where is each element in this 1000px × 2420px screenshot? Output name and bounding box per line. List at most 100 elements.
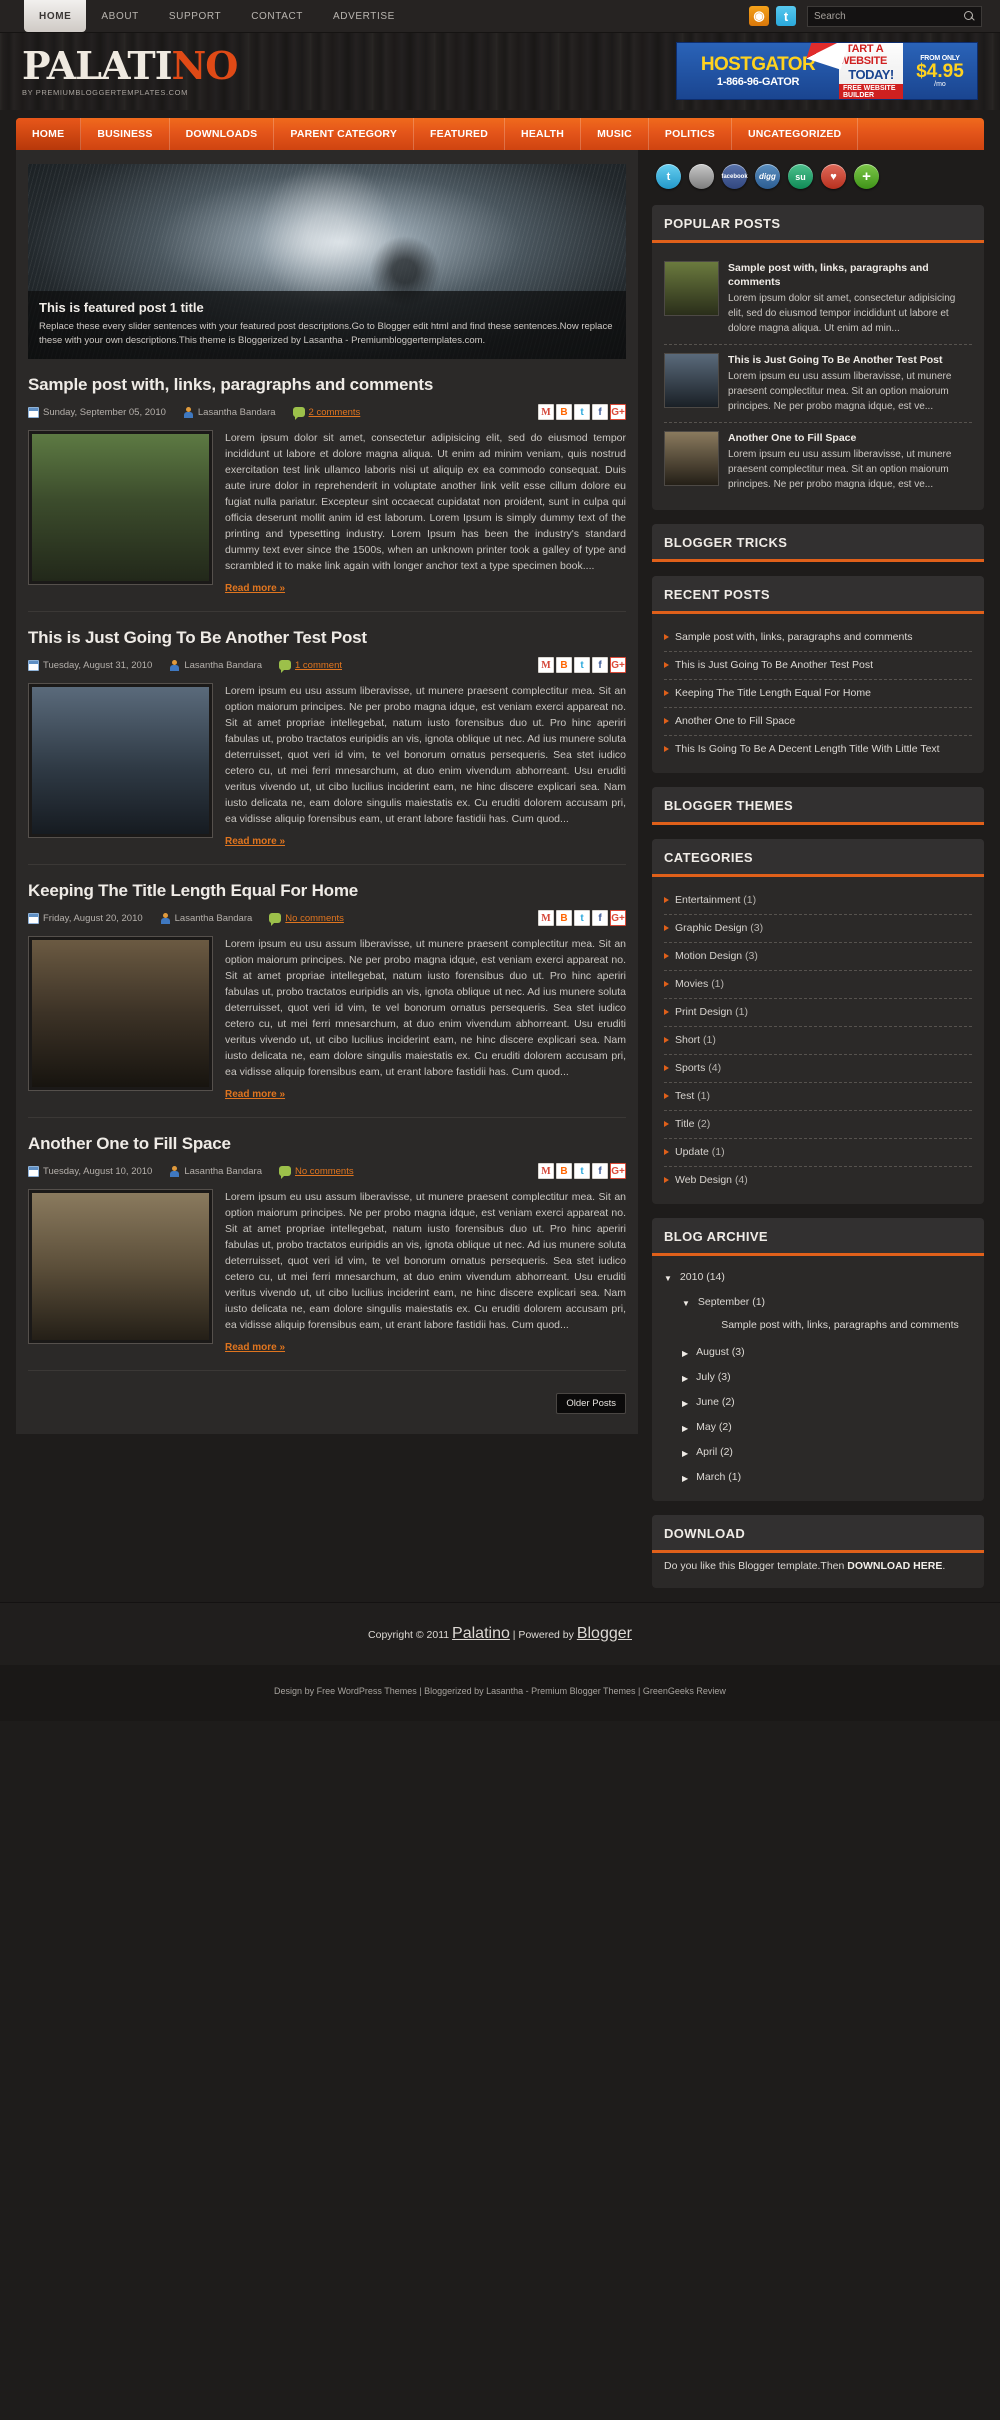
twitter-share-icon[interactable]: t <box>574 657 590 673</box>
main-nav-item-home[interactable]: HOME <box>16 118 82 150</box>
category-link[interactable]: Movies <box>675 978 708 990</box>
gmail-share-icon[interactable]: M <box>538 1163 554 1179</box>
archive-month-label[interactable]: May (2) <box>696 1421 732 1436</box>
search-input[interactable] <box>814 10 964 22</box>
archive-month-label[interactable]: June (2) <box>696 1396 735 1411</box>
twitter-circle-icon[interactable]: t <box>656 164 681 189</box>
post-title[interactable]: Another One to Fill Space <box>28 1134 626 1154</box>
facebook-circle-icon[interactable]: facebook <box>721 164 748 189</box>
facebook-share-icon[interactable]: f <box>592 910 608 926</box>
popular-post-thumbnail[interactable] <box>664 261 719 316</box>
archive-month-label[interactable]: July (3) <box>696 1371 730 1386</box>
post-thumbnail[interactable] <box>28 683 213 838</box>
twitter-share-icon[interactable]: t <box>574 404 590 420</box>
gmail-share-icon[interactable]: M <box>538 910 554 926</box>
delicious-circle-icon[interactable] <box>689 164 714 189</box>
category-link[interactable]: Short <box>675 1034 700 1046</box>
chevron-down-icon[interactable]: ▼ <box>682 1296 690 1311</box>
archive-post-link[interactable]: Sample post with, links, paragraphs and … <box>664 1316 972 1341</box>
recent-post-link[interactable]: Keeping The Title Length Equal For Home <box>675 686 871 701</box>
category-link[interactable]: Motion Design <box>675 950 742 962</box>
rss-icon[interactable]: ◉ <box>749 6 769 26</box>
category-link[interactable]: Sports <box>675 1062 705 1074</box>
favorite-circle-icon[interactable]: ♥ <box>821 164 846 189</box>
post-title[interactable]: Keeping The Title Length Equal For Home <box>28 881 626 901</box>
post-comments-link[interactable]: No comments <box>285 913 344 924</box>
facebook-share-icon[interactable]: f <box>592 657 608 673</box>
chevron-right-icon[interactable]: ▶ <box>682 1346 688 1361</box>
post-comments-link[interactable]: 2 comments <box>309 407 361 418</box>
main-nav-item-politics[interactable]: POLITICS <box>649 118 732 150</box>
archive-month-label[interactable]: April (2) <box>696 1446 733 1461</box>
archive-year-label[interactable]: 2010 (14) <box>680 1271 725 1286</box>
post-title[interactable]: Sample post with, links, paragraphs and … <box>28 375 626 395</box>
share-more-circle-icon[interactable]: + <box>854 164 879 189</box>
chevron-right-icon[interactable]: ▶ <box>682 1471 688 1486</box>
blogger-share-icon[interactable]: B <box>556 910 572 926</box>
twitter-share-icon[interactable]: t <box>574 1163 590 1179</box>
google-plus-share-icon[interactable]: G+ <box>610 404 626 420</box>
recent-post-link[interactable]: This is Just Going To Be Another Test Po… <box>675 658 873 673</box>
facebook-share-icon[interactable]: f <box>592 1163 608 1179</box>
blogger-share-icon[interactable]: B <box>556 657 572 673</box>
archive-month-row[interactable]: ▶ April (2) <box>664 1441 972 1466</box>
category-link[interactable]: Entertainment <box>675 894 740 906</box>
download-link[interactable]: DOWNLOAD HERE <box>847 1560 942 1572</box>
top-nav-item-about[interactable]: ABOUT <box>86 0 153 32</box>
main-nav-item-health[interactable]: HEALTH <box>505 118 582 150</box>
category-link[interactable]: Print Design <box>675 1006 732 1018</box>
main-nav-item-music[interactable]: MUSIC <box>581 118 649 150</box>
chevron-right-icon[interactable]: ▶ <box>682 1446 688 1461</box>
category-link[interactable]: Web Design <box>675 1174 732 1186</box>
popular-post-thumbnail[interactable] <box>664 431 719 486</box>
post-thumbnail[interactable] <box>28 936 213 1091</box>
category-link[interactable]: Update <box>675 1146 709 1158</box>
chevron-right-icon[interactable]: ▶ <box>682 1396 688 1411</box>
archive-month-row[interactable]: ▶ July (3) <box>664 1366 972 1391</box>
category-link[interactable]: Graphic Design <box>675 922 747 934</box>
popular-post-title[interactable]: This is Just Going To Be Another Test Po… <box>728 353 972 367</box>
archive-month-label[interactable]: September (1) <box>698 1296 765 1311</box>
archive-month-label[interactable]: August (3) <box>696 1346 744 1361</box>
main-nav-item-featured[interactable]: FEATURED <box>414 118 506 150</box>
facebook-share-icon[interactable]: f <box>592 404 608 420</box>
top-nav-item-contact[interactable]: CONTACT <box>236 0 318 32</box>
blogger-share-icon[interactable]: B <box>556 404 572 420</box>
main-nav-item-business[interactable]: BUSINESS <box>81 118 170 150</box>
archive-year-row[interactable]: ▼ 2010 (14) <box>664 1266 972 1291</box>
archive-month-row[interactable]: ▶ June (2) <box>664 1391 972 1416</box>
copyright-site-link[interactable]: Palatino <box>452 1625 510 1642</box>
main-nav-item-uncategorized[interactable]: UNCATEGORIZED <box>732 118 859 150</box>
twitter-icon[interactable]: t <box>776 6 796 26</box>
category-link[interactable]: Test <box>675 1090 694 1102</box>
post-comments-link[interactable]: 1 comment <box>295 660 342 671</box>
chevron-right-icon[interactable]: ▶ <box>682 1371 688 1386</box>
top-nav-item-home[interactable]: HOME <box>24 0 87 32</box>
google-plus-share-icon[interactable]: G+ <box>610 657 626 673</box>
gmail-share-icon[interactable]: M <box>538 404 554 420</box>
archive-month-row[interactable]: ▶ March (1) <box>664 1466 972 1491</box>
search-icon[interactable] <box>964 10 975 22</box>
google-plus-share-icon[interactable]: G+ <box>610 910 626 926</box>
archive-month-label[interactable]: March (1) <box>696 1471 741 1486</box>
archive-month-row[interactable]: ▶ May (2) <box>664 1416 972 1441</box>
post-thumbnail[interactable] <box>28 430 213 585</box>
twitter-share-icon[interactable]: t <box>574 910 590 926</box>
recent-post-link[interactable]: This Is Going To Be A Decent Length Titl… <box>675 742 940 757</box>
post-comments-link[interactable]: No comments <box>295 1166 354 1177</box>
read-more-link[interactable]: Read more » <box>225 581 285 597</box>
recent-post-link[interactable]: Sample post with, links, paragraphs and … <box>675 630 913 645</box>
top-nav-item-support[interactable]: SUPPORT <box>154 0 236 32</box>
site-logo[interactable]: PALATINO BY PREMIUMBLOGGERTEMPLATES.COM <box>22 46 238 97</box>
popular-post-thumbnail[interactable] <box>664 353 719 408</box>
recent-post-link[interactable]: Another One to Fill Space <box>675 714 795 729</box>
featured-slider-title[interactable]: This is featured post 1 title <box>39 300 615 315</box>
google-plus-share-icon[interactable]: G+ <box>610 1163 626 1179</box>
hostgator-ad-banner[interactable]: HOSTGATOR 1-866-96-GATOR START A WEBSITE… <box>676 42 978 100</box>
category-link[interactable]: Title <box>675 1118 694 1130</box>
archive-month-row-open[interactable]: ▼ September (1) <box>664 1291 972 1316</box>
popular-post-title[interactable]: Sample post with, links, paragraphs and … <box>728 261 972 289</box>
archive-month-row[interactable]: ▶ August (3) <box>664 1341 972 1366</box>
post-title[interactable]: This is Just Going To Be Another Test Po… <box>28 628 626 648</box>
chevron-down-icon[interactable]: ▼ <box>664 1271 672 1286</box>
